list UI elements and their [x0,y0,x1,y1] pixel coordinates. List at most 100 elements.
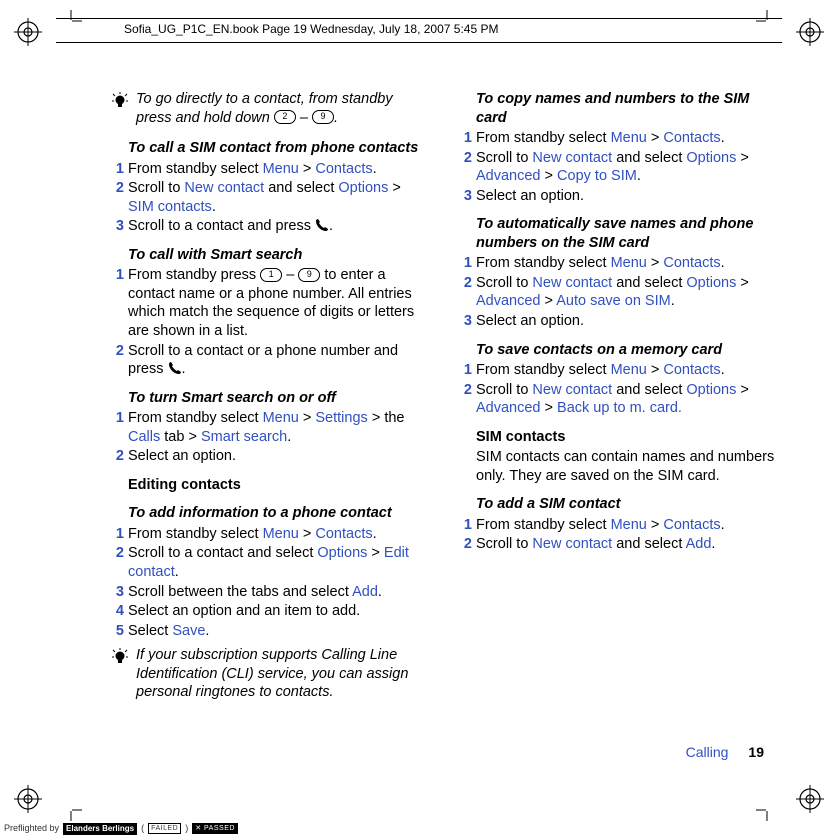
step: From standby select Menu > Contacts. [458,361,778,380]
step: Select an option. [458,187,778,206]
text: tab > [160,429,201,445]
text: From standby select [128,161,263,177]
text: > [299,410,316,426]
tip-fragment: – [296,110,312,126]
text: From standby select [476,255,611,271]
text: . [711,536,715,552]
section-title: To turn Smart search on or off [128,389,430,408]
text: . [205,623,209,639]
menu-path: Options [686,275,736,291]
menu-path: Back up to m. card. [557,400,682,416]
steps-list: From standby select Menu > Contacts. Scr… [110,525,430,640]
step: Select an option. [458,312,778,331]
crop-mark-icon [756,799,778,821]
menu-path: Auto save on SIM [556,293,670,309]
step: Scroll to a contact and select Options >… [110,544,430,581]
text: . [182,361,186,377]
lightbulb-icon [110,648,132,668]
step: Scroll to New contact and select Options… [458,149,778,186]
tip-cli: If your subscription supports Calling Li… [110,646,430,702]
text: > [541,168,558,184]
steps-list: From standby select Menu > Contacts. Scr… [458,516,778,554]
steps-list: From standby select Menu > Contacts. Scr… [110,160,430,236]
step: Scroll to New contact and select Options… [458,381,778,418]
menu-path: Save [172,623,205,639]
menu-path: Menu [263,526,299,542]
preflight-label: Preflighted by [4,823,59,835]
section-title: To automatically save names and phone nu… [476,215,778,252]
subsection-heading: SIM contacts [476,428,778,447]
menu-path: Contacts [663,362,720,378]
step: Select Save. [110,622,430,641]
text: and select [612,275,686,291]
menu-path: Smart search [201,429,287,445]
menu-path: Options [338,180,388,196]
tip-fragment: . [334,110,338,126]
menu-path: Contacts [663,517,720,533]
key-9-icon: 9 [312,110,334,124]
text: > [647,130,664,146]
running-header: Sofia_UG_P1C_EN.book Page 19 Wednesday, … [124,22,498,38]
text: . [373,526,377,542]
section-title: To save contacts on a memory card [476,341,778,360]
text: > [736,382,749,398]
header-rule-top [56,18,782,19]
crop-mark-icon [756,10,778,32]
text: Scroll to [476,275,532,291]
step: Scroll to a contact and press . [110,217,430,236]
paren: ) [185,823,188,835]
text: From standby press [128,267,260,283]
menu-path: Calls [128,429,160,445]
page-number: 19 [748,744,764,760]
registration-mark-icon [796,785,824,813]
text: > [647,255,664,271]
text: . [721,362,725,378]
lightbulb-icon [110,92,132,112]
text: From standby select [476,362,611,378]
preflight-brand-logo: Elanders Berlings [63,823,137,835]
menu-path: New contact [532,275,612,291]
text: . [721,517,725,533]
steps-list: From standby press 1 – 9 to enter a cont… [110,266,430,378]
text: > [647,362,664,378]
subsection-heading: Editing contacts [128,476,430,495]
section-title: To call with Smart search [128,246,430,265]
step: Scroll between the tabs and select Add. [110,583,430,602]
step: Scroll to New contact and select Options… [458,274,778,311]
tip-text: To go directly to a contact, from standb… [136,90,430,127]
text: . [378,584,382,600]
menu-path: Settings [315,410,367,426]
page-body: To go directly to a contact, from standb… [110,90,778,739]
preflight-strip: Preflighted by Elanders Berlings ( FAILE… [4,823,238,835]
menu-path: Options [686,150,736,166]
step: Select an option and an item to add. [110,602,430,621]
text: From standby select [128,526,263,542]
step: From standby select Menu > Contacts. [110,160,430,179]
section-title: To copy names and numbers to the SIM car… [476,90,778,127]
text: Scroll to [476,150,532,166]
text: and select [264,180,338,196]
menu-path: Menu [611,130,647,146]
crop-mark-icon [60,799,82,821]
text: Scroll to a contact and press [128,218,315,234]
x-icon: ✕ [195,825,201,832]
crop-mark-icon [60,10,82,32]
text: and select [612,536,685,552]
menu-path: Contacts [315,526,372,542]
paragraph: SIM contacts can contain names and numbe… [476,448,778,485]
text: > [736,275,749,291]
text: and select [612,150,686,166]
text: . [287,429,291,445]
menu-path: Add [686,536,712,552]
text: > [541,293,557,309]
text: > [647,517,664,533]
text: From standby select [476,517,611,533]
step: From standby press 1 – 9 to enter a cont… [110,266,430,340]
text: From standby select [128,410,263,426]
text: > [299,526,316,542]
menu-path: New contact [184,180,264,196]
section-title: To add information to a phone contact [128,504,430,523]
text: Scroll between the tabs and select [128,584,352,600]
text: Scroll to [476,536,532,552]
preflight-passed-badge: ✕ PASSED [192,823,238,834]
